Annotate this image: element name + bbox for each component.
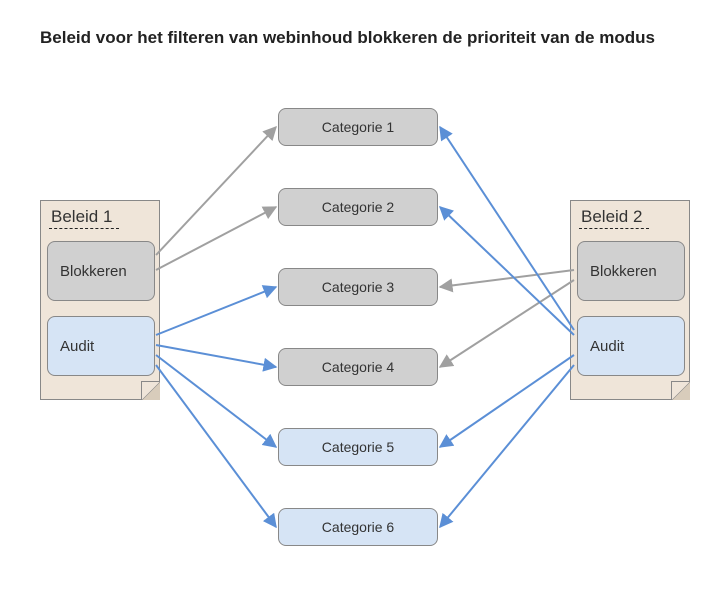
policy-2-title: Beleid 2 (581, 207, 642, 227)
arrow-p2-audit-c5 (440, 355, 574, 447)
page-fold-icon (671, 381, 690, 400)
arrow-p1-audit-c3 (156, 287, 276, 335)
category-6: Categorie 6 (278, 508, 438, 546)
arrow-p2-audit-c1 (440, 127, 574, 330)
category-3: Categorie 3 (278, 268, 438, 306)
page-fold-icon (141, 381, 160, 400)
policy-2-box: Beleid 2 Blokkeren Audit (570, 200, 690, 400)
arrow-p1-audit-c5 (156, 355, 276, 447)
arrow-p1-audit-c6 (156, 365, 276, 527)
category-4: Categorie 4 (278, 348, 438, 386)
arrow-p1-block-c1 (156, 127, 276, 255)
policy-2-audit: Audit (577, 316, 685, 376)
policy-1-block: Blokkeren (47, 241, 155, 301)
policy-1-audit: Audit (47, 316, 155, 376)
arrow-p2-block-c4 (440, 280, 574, 367)
arrow-p2-audit-c2 (440, 207, 574, 335)
category-5: Categorie 5 (278, 428, 438, 466)
arrow-p1-audit-c4 (156, 345, 276, 367)
policy-1-box: Beleid 1 Blokkeren Audit (40, 200, 160, 400)
arrow-p2-block-c3 (440, 270, 574, 287)
category-2: Categorie 2 (278, 188, 438, 226)
arrow-p2-audit-c6 (440, 365, 574, 527)
category-1: Categorie 1 (278, 108, 438, 146)
policy-2-block: Blokkeren (577, 241, 685, 301)
policy-1-title: Beleid 1 (51, 207, 112, 227)
diagram-title: Beleid voor het filteren van webinhoud b… (40, 28, 694, 48)
arrow-p1-block-c2 (156, 207, 276, 270)
